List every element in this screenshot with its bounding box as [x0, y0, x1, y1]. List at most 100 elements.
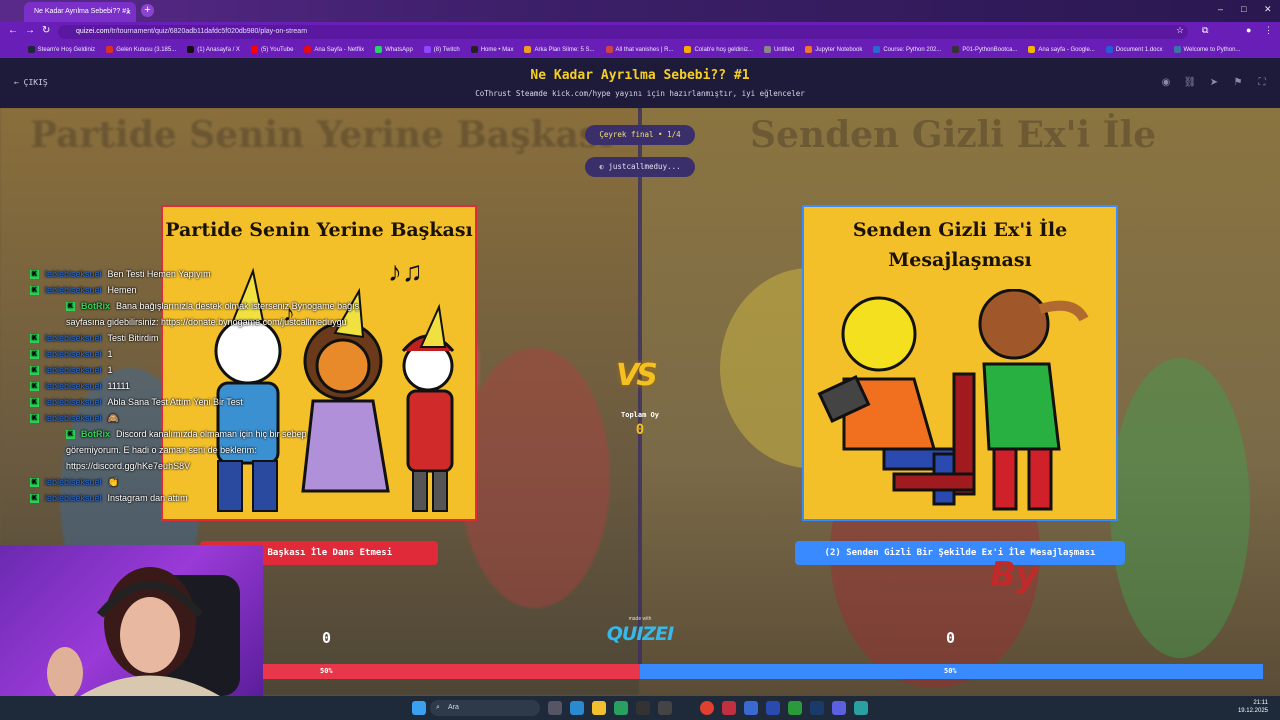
left-score: 0 — [322, 629, 332, 647]
send-icon[interactable]: ➤ — [1207, 76, 1221, 90]
bookmark-item[interactable]: Arka Plan Silme: 5 S... — [524, 42, 595, 58]
right-option-card[interactable]: Senden Gizli Ex'i İle Mesajlaşması — [802, 205, 1118, 521]
bookmark-label: (1) Anasayfa / X — [197, 47, 240, 53]
right-score: 0 — [946, 629, 956, 647]
bookmark-item[interactable]: WhatsApp — [375, 42, 413, 58]
task-view-icon[interactable] — [548, 701, 562, 715]
app-icon[interactable] — [854, 701, 868, 715]
tab-title: Ne Kadar Ayrılma Sebebi?? #1 — [34, 8, 130, 15]
bookmark-item[interactable]: (1) Anasayfa / X — [187, 42, 240, 58]
quiz-header: ← ÇIKIŞ Ne Kadar Ayrılma Sebebi?? #1 CoT… — [0, 58, 1280, 108]
close-window-icon[interactable]: ✕ — [1264, 4, 1272, 15]
chat-username: BotRix — [81, 429, 110, 439]
back-arrow-icon[interactable]: ← — [8, 25, 18, 36]
kick-badge-icon: K — [30, 286, 39, 296]
bookmark-favicon-icon — [470, 45, 478, 53]
streamer-name: justcallmeduy... — [608, 162, 681, 171]
bookmark-item[interactable]: Ana Sayfa - Netflix — [304, 42, 364, 58]
chat-text: Instagram dan attım — [107, 493, 188, 503]
kick-badge-icon: K — [30, 382, 39, 392]
menu-kebab-icon[interactable]: ⋮ — [1264, 25, 1273, 36]
edge-icon[interactable] — [570, 701, 584, 715]
bookmark-favicon-icon — [684, 45, 692, 53]
bookmark-item[interactable]: Steam'e Hoş Geldiniz — [27, 42, 95, 58]
bookmark-item[interactable]: Untitled — [763, 42, 794, 58]
quiz-title: Ne Kadar Ayrılma Sebebi?? #1 — [530, 68, 750, 83]
kick-badge-icon: K — [30, 350, 39, 360]
bookmark-favicon-icon — [763, 45, 771, 53]
link-icon[interactable]: ⛓ — [1183, 76, 1197, 90]
bookmark-item[interactable]: P01-PythonBootca... — [952, 42, 1017, 58]
kick-badge-icon: K — [66, 430, 75, 440]
kick-badge-icon: K — [30, 414, 39, 424]
app-icon[interactable] — [766, 701, 780, 715]
bookmark-favicon-icon — [805, 45, 813, 53]
total-votes-value: 0 — [635, 422, 645, 438]
bookmark-item[interactable]: (8) Twitch — [423, 42, 460, 58]
chat-message: Kleblebiseksuel 👏 — [30, 474, 360, 490]
discord-icon[interactable] — [832, 701, 846, 715]
bookmark-star-icon[interactable]: ☆ — [1176, 25, 1184, 36]
streamer-webcam-image — [47, 567, 240, 696]
browser-toolbar: ← → ↻ quizei.com/tr/tournament/quiz/6820… — [0, 22, 1280, 42]
app-icon[interactable] — [744, 701, 758, 715]
bookmark-favicon-icon — [873, 45, 881, 53]
clock-time: 21:11 — [1253, 700, 1268, 706]
bookmark-item[interactable]: Document 1.docx — [1105, 42, 1163, 58]
left-card-title: Partide Senin Yerine Başkası — [165, 219, 473, 241]
fullscreen-icon[interactable]: ⛶ — [1255, 76, 1269, 90]
bookmark-item[interactable]: Home • Max — [470, 42, 513, 58]
eye-icon[interactable]: ◉ — [1159, 76, 1173, 90]
bookmark-item[interactable]: Colab'e hoş geldiniz... — [684, 42, 753, 58]
chat-message: Kleblebiseksuel 1 — [30, 362, 360, 378]
right-option-button[interactable]: (2) Senden Gizli Bir Şekilde Ex'i İle Me… — [795, 541, 1125, 565]
steam-icon[interactable] — [810, 701, 824, 715]
windows-start-icon[interactable] — [412, 701, 426, 715]
bookmark-favicon-icon — [187, 45, 195, 53]
app-icon[interactable] — [636, 701, 650, 715]
forward-arrow-icon[interactable]: → — [25, 25, 35, 36]
left-percent: 50% — [320, 667, 333, 675]
xbox-icon[interactable] — [788, 701, 802, 715]
bookmark-item[interactable]: (5) YouTube — [250, 42, 293, 58]
bookmark-item[interactable]: Course: Python 202... — [873, 42, 941, 58]
chat-text: Testi Bitirdim — [107, 333, 159, 343]
new-tab-button[interactable]: + — [141, 4, 154, 17]
app-icon[interactable] — [658, 701, 672, 715]
bookmark-item[interactable]: Welcome to Python... — [1173, 42, 1240, 58]
right-bg-text: Senden Gizli Ex'i İle — [750, 114, 1157, 156]
kick-badge-icon: K — [30, 270, 39, 280]
taskbar-search[interactable]: ⌕ Ara — [430, 700, 540, 716]
app-icon[interactable] — [614, 701, 628, 715]
maximize-icon[interactable]: □ — [1241, 4, 1246, 14]
address-bar[interactable]: quizei.com/tr/tournament/quiz/6820adb11d… — [58, 25, 1188, 39]
system-clock[interactable]: 21:11 19.12.2025 — [1238, 699, 1268, 715]
close-tab-icon[interactable]: × — [126, 2, 131, 22]
flag-icon[interactable]: ⚑ — [1231, 76, 1245, 90]
minimize-icon[interactable]: – — [1218, 4, 1223, 14]
app-icon[interactable] — [722, 701, 736, 715]
chat-message: K BotRix Discord kanalımızda olmaman için … — [30, 426, 360, 474]
bookmark-item[interactable]: Jupyter Notebook — [805, 42, 862, 58]
kick-badge-icon: K — [66, 302, 75, 312]
bookmark-item[interactable]: Gelen Kutusu (3.185... — [106, 42, 176, 58]
bookmark-favicon-icon — [106, 45, 114, 53]
bookmark-label: All that vanishes | R... — [615, 47, 674, 53]
bookmark-label: Gelen Kutusu (3.185... — [116, 47, 177, 53]
chat-text: 11111 — [107, 381, 130, 391]
profile-avatar[interactable]: ● — [1246, 25, 1251, 35]
search-icon: ⌕ — [436, 704, 440, 711]
bookmark-favicon-icon — [304, 45, 312, 53]
reload-icon[interactable]: ↻ — [42, 25, 50, 36]
extensions-icon[interactable]: ⧉ — [1202, 25, 1208, 36]
kick-badge-icon: K — [30, 398, 39, 408]
chat-message: K BotRix Bana bağışlarınızla destek olmak … — [30, 298, 360, 330]
bookmark-item[interactable]: Ana sayfa - Google... — [1028, 42, 1095, 58]
bookmark-item[interactable]: All that vanishes | R... — [605, 42, 674, 58]
right-card-illustration — [817, 289, 1089, 511]
chrome-icon[interactable] — [700, 701, 714, 715]
chat-username: BotRix — [81, 301, 110, 311]
file-explorer-icon[interactable] — [592, 701, 606, 715]
browser-tab[interactable]: Ne Kadar Ayrılma Sebebi?? #1 × — [24, 2, 136, 22]
chat-message: Kleblebiseksuel 🙈 — [30, 410, 360, 426]
